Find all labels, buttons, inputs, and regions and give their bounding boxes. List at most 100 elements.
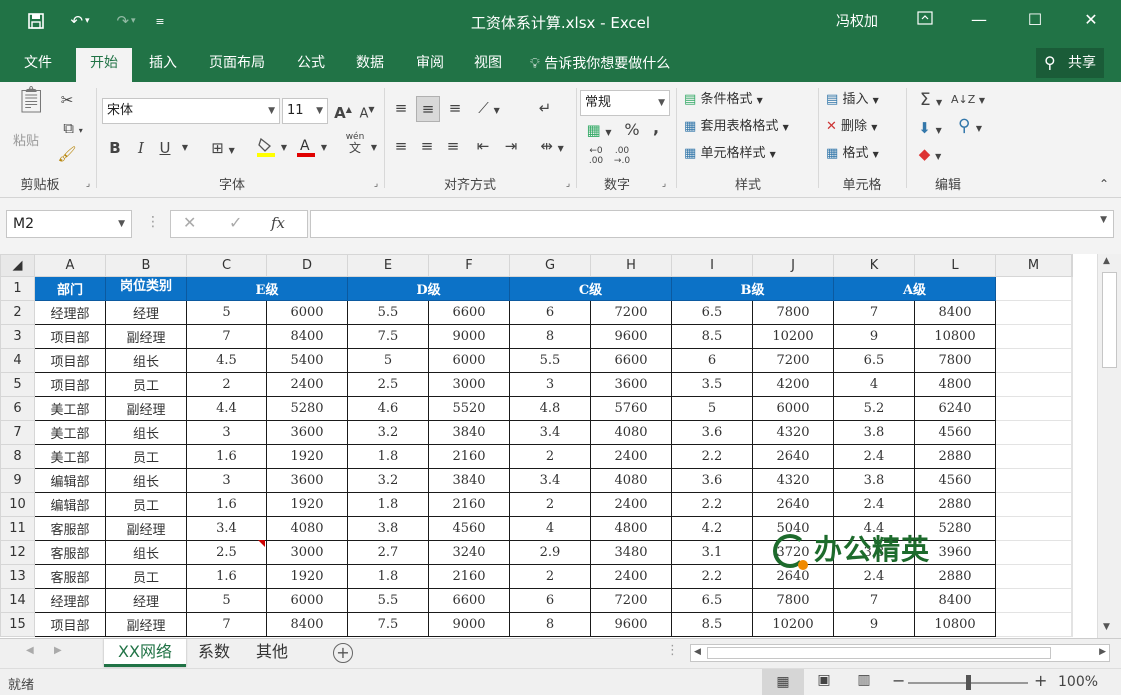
cell[interactable]: 2880 (914, 564, 996, 589)
format-cells-button[interactable]: ▦ 格式 ▼ (826, 144, 879, 165)
cell[interactable]: 4800 (914, 372, 996, 397)
cell[interactable]: 员工 (105, 564, 187, 589)
cell[interactable]: 7200 (590, 588, 672, 613)
cell[interactable]: 3.1 (671, 540, 753, 565)
cell[interactable]: 4.6 (347, 396, 429, 421)
cell[interactable] (995, 516, 1072, 541)
tab-page-layout[interactable]: 页面布局 (198, 44, 276, 82)
cell[interactable]: 4080 (590, 468, 672, 493)
row-header[interactable]: 4 (0, 348, 35, 373)
column-header[interactable]: K (833, 254, 915, 277)
cell[interactable]: 1920 (266, 564, 348, 589)
cell[interactable]: 3 (186, 468, 267, 493)
increase-decimal-icon[interactable]: ←0.00 (584, 146, 608, 166)
font-size-select[interactable]: 11 ▼ (282, 98, 328, 124)
clear-icon[interactable]: ◆ ▼ (912, 144, 948, 167)
cell[interactable]: 1920 (266, 492, 348, 517)
cell[interactable]: 3 (186, 420, 267, 445)
number-format-select[interactable]: 常规 ▼ (580, 90, 670, 116)
accounting-format-icon[interactable]: ▦ ▼ (582, 120, 616, 143)
cell[interactable]: 4080 (590, 420, 672, 445)
cell[interactable]: 6 (671, 348, 753, 373)
cell[interactable]: 2.9 (509, 540, 591, 565)
scroll-thumb[interactable] (1102, 272, 1117, 368)
row-header[interactable]: 2 (0, 300, 35, 325)
cell[interactable]: 4560 (914, 420, 996, 445)
cell[interactable]: 3600 (590, 372, 672, 397)
column-header[interactable]: B (105, 254, 187, 277)
border-icon[interactable]: ⊞ ▼ (206, 138, 240, 161)
cell[interactable]: 4 (509, 516, 591, 541)
cell[interactable]: 8.5 (671, 612, 753, 637)
select-all-corner[interactable]: ◢ (0, 254, 35, 277)
cell[interactable]: 9000 (428, 324, 510, 349)
cell[interactable]: 3.4 (509, 468, 591, 493)
insert-cells-button[interactable]: ▤ 插入 ▼ (826, 90, 879, 111)
column-header[interactable]: G (509, 254, 591, 277)
copy-icon[interactable]: ⧉ ▾ (56, 118, 90, 141)
cell[interactable]: 2.7 (347, 540, 429, 565)
cell[interactable]: 5.5 (347, 300, 429, 325)
dialog-launcher-icon[interactable]: ⌟ (82, 174, 94, 194)
cell[interactable] (1071, 372, 1073, 397)
cell-styles-button[interactable]: ▦ 单元格样式 ▼ (684, 144, 776, 165)
cell[interactable]: 编辑部 (34, 492, 106, 517)
increase-indent-icon[interactable]: ⇥ (500, 136, 522, 156)
decrease-indent-icon[interactable]: ⇤ (472, 136, 494, 156)
cell[interactable] (995, 420, 1072, 445)
tab-data[interactable]: 数据 (344, 44, 396, 82)
cell[interactable]: 6.5 (671, 588, 753, 613)
cell[interactable]: 美工部 (34, 396, 106, 421)
cell[interactable]: 2400 (590, 444, 672, 469)
cell[interactable]: 2.5 (347, 372, 429, 397)
cell[interactable]: 8400 (266, 324, 348, 349)
cell[interactable]: 7 (833, 300, 915, 325)
cell[interactable]: 4200 (752, 372, 834, 397)
cell[interactable]: 副经理 (105, 324, 187, 349)
shrink-font-icon[interactable]: A▼ (358, 100, 376, 124)
cell[interactable]: 2 (509, 444, 591, 469)
column-header[interactable]: C (186, 254, 267, 277)
cell[interactable]: 6600 (590, 348, 672, 373)
autosum-button[interactable]: Σ ▼ (912, 90, 950, 113)
row-header[interactable]: 14 (0, 588, 35, 613)
ribbon-display-icon[interactable] (912, 8, 938, 32)
cell[interactable]: 4.5 (186, 348, 267, 373)
cell[interactable]: 10800 (914, 612, 996, 637)
cell[interactable]: 4560 (428, 516, 510, 541)
cell[interactable]: 经理 (105, 300, 187, 325)
cell[interactable]: 8 (509, 612, 591, 637)
cell[interactable]: 9000 (428, 612, 510, 637)
cancel-icon[interactable]: ✕ (183, 213, 196, 232)
align-middle-icon[interactable]: ≡ (416, 96, 440, 122)
cell[interactable]: 3.6 (671, 468, 753, 493)
cell[interactable]: 3.4 (186, 516, 267, 541)
align-right-icon[interactable]: ≡ (442, 136, 464, 156)
cell[interactable]: 项目部 (34, 324, 106, 349)
cell[interactable]: 9600 (590, 612, 672, 637)
cell[interactable]: 7 (186, 612, 267, 637)
tab-file[interactable]: 文件 (14, 44, 62, 82)
cell[interactable]: 2400 (590, 492, 672, 517)
row-header[interactable]: 8 (0, 444, 35, 469)
cell[interactable] (1071, 492, 1073, 517)
header-grade-e[interactable]: E级 (186, 276, 348, 301)
fill-icon[interactable]: ⬇ ▼ (912, 118, 948, 141)
cell[interactable]: 7200 (590, 300, 672, 325)
column-header[interactable]: M (995, 254, 1072, 277)
scroll-left-icon[interactable]: ◀ (694, 647, 701, 657)
cell[interactable]: 6000 (428, 348, 510, 373)
cell[interactable]: 4.4 (186, 396, 267, 421)
cell[interactable] (1071, 444, 1073, 469)
cell[interactable]: 2.2 (671, 444, 753, 469)
cell[interactable]: 3.8 (347, 516, 429, 541)
cell[interactable]: 7.5 (347, 324, 429, 349)
paste-icon[interactable]: 📋︎ (14, 87, 48, 126)
chevron-down-icon[interactable]: ▼ (368, 138, 380, 158)
conditional-formatting-button[interactable]: ▤ 条件格式 ▼ (684, 90, 763, 111)
cell[interactable]: 3600 (266, 420, 348, 445)
cell[interactable]: 副经理 (105, 516, 187, 541)
bold-button[interactable]: B (106, 138, 124, 158)
align-left-icon[interactable]: ≡ (390, 136, 412, 156)
cell[interactable]: 2400 (590, 564, 672, 589)
